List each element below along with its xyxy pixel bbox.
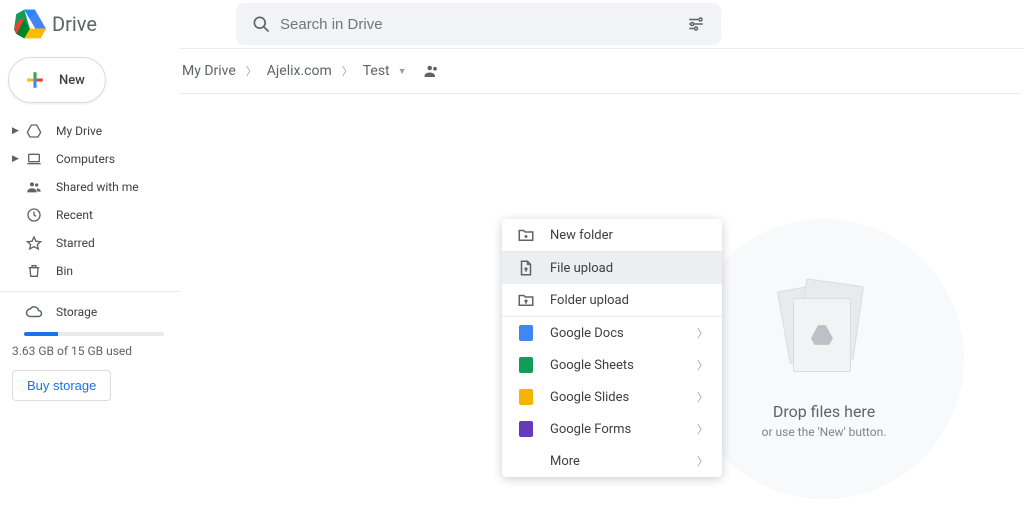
nav-label: Recent	[56, 208, 93, 222]
drop-title: Drop files here	[773, 402, 875, 421]
drop-circle: Drop files here or use the 'New' button.	[684, 219, 964, 499]
sheets-icon	[516, 357, 536, 373]
clock-icon	[24, 207, 44, 223]
nav-label: My Drive	[56, 124, 102, 138]
trash-icon	[24, 263, 44, 279]
menu-file-upload[interactable]: File upload	[502, 252, 722, 284]
folder-upload-icon	[516, 291, 536, 309]
menu-google-forms[interactable]: Google Forms 〉	[502, 413, 722, 445]
nav-computers[interactable]: ▶ Computers	[0, 145, 180, 173]
menu-label: Google Sheets	[550, 358, 697, 373]
menu-google-slides[interactable]: Google Slides 〉	[502, 381, 722, 413]
nav-label: Bin	[56, 264, 73, 278]
search-bar[interactable]	[236, 3, 721, 45]
nav-divider	[0, 291, 180, 292]
nav-label: Storage	[56, 305, 97, 319]
new-button-label: New	[59, 73, 85, 88]
context-menu: New folder File upload Folder upload Goo…	[502, 219, 722, 477]
chevron-right-icon: 〉	[697, 421, 708, 437]
menu-label: Folder upload	[550, 293, 708, 308]
menu-more[interactable]: More 〉	[502, 445, 722, 477]
chevron-right-icon: 〉	[697, 453, 708, 469]
nav-recent[interactable]: Recent	[0, 201, 180, 229]
menu-label: Google Slides	[550, 390, 697, 405]
menu-folder-upload[interactable]: Folder upload	[502, 284, 722, 316]
plus-icon	[21, 66, 49, 94]
nav-shared[interactable]: Shared with me	[0, 173, 180, 201]
breadcrumb-item[interactable]: My Drive	[180, 59, 238, 83]
drive-icon	[24, 123, 44, 139]
breadcrumb: My Drive 〉 Ajelix.com 〉 Test ▼	[180, 49, 1024, 93]
menu-label: More	[550, 454, 697, 469]
chevron-right-icon: 〉	[697, 325, 708, 341]
menu-label: Google Docs	[550, 326, 697, 341]
storage-bar	[24, 332, 164, 336]
breadcrumb-divider	[180, 93, 1020, 94]
expand-icon[interactable]: ▶	[12, 154, 24, 164]
app-name: Drive	[52, 12, 97, 36]
share-icon[interactable]	[423, 62, 441, 80]
empty-drop-area: Drop files here or use the 'New' button.	[684, 219, 964, 499]
cloud-icon	[24, 303, 44, 321]
nav-label: Shared with me	[56, 180, 139, 194]
buy-storage-button[interactable]: Buy storage	[12, 370, 111, 401]
files-illustration-icon	[779, 280, 869, 390]
chevron-down-icon[interactable]: ▼	[398, 66, 407, 77]
menu-new-folder[interactable]: New folder	[502, 219, 722, 251]
star-icon	[24, 235, 44, 251]
header: Drive	[0, 0, 1024, 48]
new-button[interactable]: New	[8, 57, 106, 103]
menu-label: Google Forms	[550, 422, 697, 437]
menu-label: New folder	[550, 228, 708, 243]
menu-label: File upload	[550, 261, 708, 276]
nav-storage[interactable]: Storage	[0, 298, 180, 326]
search-input[interactable]	[280, 16, 677, 33]
storage-bar-fill	[24, 332, 58, 336]
sidebar: New ▶ My Drive ▶ Computers Shared with m…	[0, 49, 180, 401]
chevron-right-icon: 〉	[342, 63, 353, 79]
laptop-icon	[24, 151, 44, 167]
logo[interactable]: Drive	[8, 8, 236, 40]
drop-subtitle: or use the 'New' button.	[762, 425, 887, 439]
expand-icon[interactable]: ▶	[12, 126, 24, 136]
forms-icon	[516, 421, 536, 437]
chevron-right-icon: 〉	[697, 357, 708, 373]
chevron-right-icon: 〉	[697, 389, 708, 405]
nav-bin[interactable]: Bin	[0, 257, 180, 285]
drive-logo-icon	[14, 8, 46, 40]
breadcrumb-item[interactable]: Ajelix.com	[265, 59, 334, 83]
file-upload-icon	[516, 259, 536, 277]
nav: ▶ My Drive ▶ Computers Shared with me Re…	[0, 117, 180, 401]
menu-google-docs[interactable]: Google Docs 〉	[502, 317, 722, 349]
folder-plus-icon	[516, 226, 536, 244]
storage-text: 3.63 GB of 15 GB used	[12, 344, 180, 358]
search-options-icon[interactable]	[677, 5, 715, 43]
nav-label: Computers	[56, 152, 115, 166]
nav-my-drive[interactable]: ▶ My Drive	[0, 117, 180, 145]
slides-icon	[516, 389, 536, 405]
menu-google-sheets[interactable]: Google Sheets 〉	[502, 349, 722, 381]
chevron-right-icon: 〉	[246, 63, 257, 79]
main: My Drive 〉 Ajelix.com 〉 Test ▼ Drop	[180, 49, 1024, 401]
search-icon[interactable]	[242, 5, 280, 43]
nav-starred[interactable]: Starred	[0, 229, 180, 257]
breadcrumb-item-current[interactable]: Test	[361, 59, 392, 83]
nav-label: Starred	[56, 236, 95, 250]
people-icon	[24, 179, 44, 195]
docs-icon	[516, 325, 536, 341]
